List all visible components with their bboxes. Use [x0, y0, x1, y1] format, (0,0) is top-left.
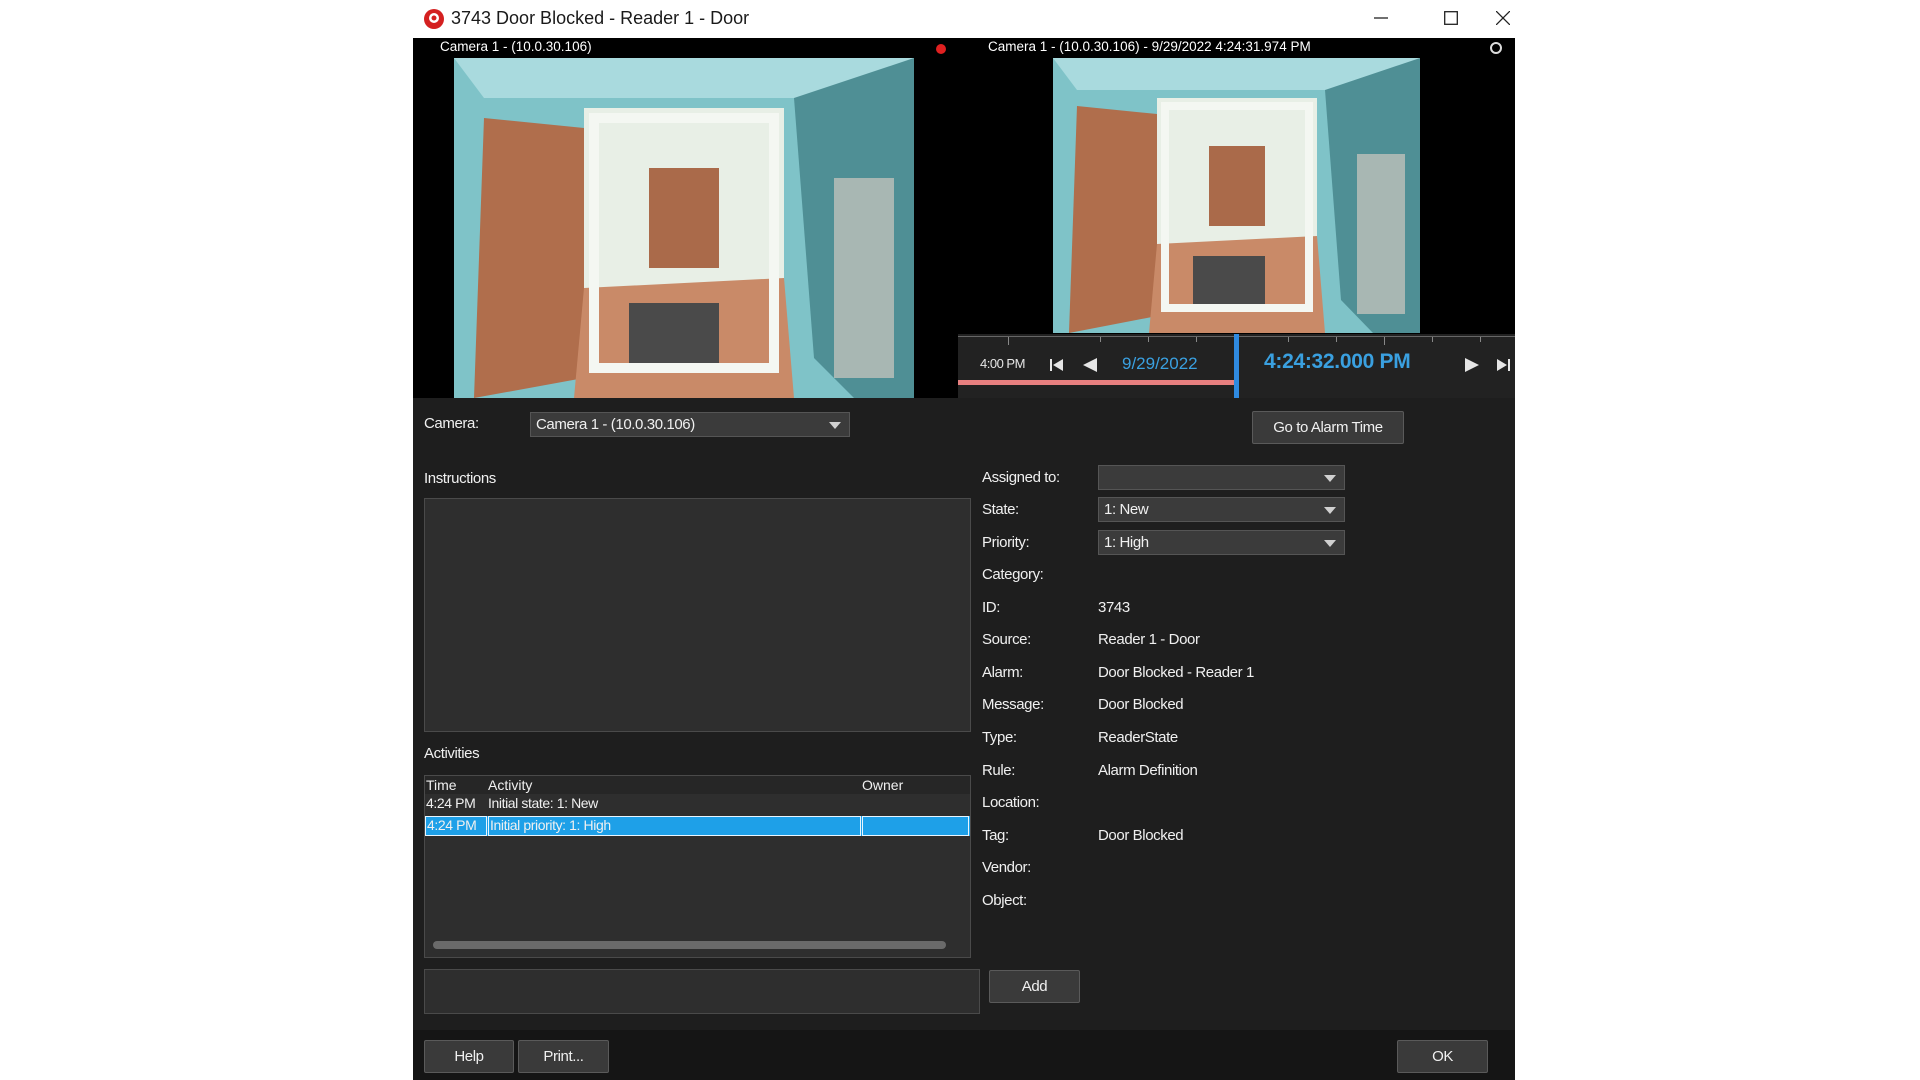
play-forward-icon[interactable] [1460, 352, 1484, 378]
table-row-selected[interactable]: 4:24 PM Initial priority: 1: High [425, 816, 970, 836]
message-value: Door Blocked [1098, 696, 1184, 713]
timeline-progress-bar [958, 380, 1237, 385]
go-to-alarm-time-button[interactable]: Go to Alarm Time [1252, 411, 1404, 444]
row-time: 4:24 PM [427, 817, 477, 833]
camera-label: Camera: [424, 415, 479, 432]
dialog-footer: Help Print... OK [413, 1030, 1515, 1080]
rule-label: Rule: [982, 762, 1016, 779]
message-label: Message: [982, 696, 1044, 713]
activities-table[interactable]: Time Activity Owner 4:24 PM Initial stat… [424, 775, 971, 958]
id-value: 3743 [1098, 599, 1130, 616]
play-reverse-icon[interactable] [1078, 352, 1102, 378]
chevron-down-icon [1324, 475, 1336, 482]
horizontal-scrollbar[interactable] [433, 941, 946, 949]
chevron-down-icon [1324, 540, 1336, 547]
chevron-down-icon [829, 422, 841, 429]
vendor-label: Vendor: [982, 859, 1031, 876]
live-camera-view[interactable]: Camera 1 - (10.0.30.106) [413, 38, 958, 398]
print-button[interactable]: Print... [518, 1040, 609, 1073]
window-title: 3743 Door Blocked - Reader 1 - Door [451, 8, 750, 28]
priority-label: Priority: [982, 534, 1030, 551]
rule-value: Alarm Definition [1098, 762, 1198, 779]
help-button[interactable]: Help [424, 1040, 514, 1073]
playback-camera-label: Camera 1 - (10.0.30.106) - 9/29/2022 4:2… [988, 39, 1311, 54]
minimize-icon[interactable] [1351, 2, 1411, 34]
status-ring-icon [1490, 42, 1502, 54]
row-activity: Initial state: 1: New [488, 795, 598, 811]
row-time: 4:24 PM [426, 795, 476, 811]
playback-camera-image [1053, 58, 1420, 333]
instructions-heading: Instructions [424, 470, 496, 487]
app-icon [423, 8, 445, 30]
recording-indicator-icon [936, 44, 946, 54]
playback-timeline[interactable]: 4:00 PM 9/29/2022 4:24:32.000 PM [958, 334, 1515, 398]
instructions-textarea[interactable] [424, 498, 971, 732]
tag-value: Door Blocked [1098, 827, 1184, 844]
id-label: ID: [982, 599, 1000, 616]
object-label: Object: [982, 892, 1027, 909]
alarm-value: Door Blocked - Reader 1 [1098, 664, 1254, 681]
type-label: Type: [982, 729, 1017, 746]
activity-input[interactable] [424, 969, 980, 1014]
close-icon[interactable] [1491, 2, 1515, 34]
window-body: Camera 1 - (10.0.30.106) Camera 1 - (10.… [413, 38, 1515, 1080]
camera-dropdown[interactable]: Camera 1 - (10.0.30.106) [530, 412, 850, 437]
assigned-to-dropdown[interactable] [1098, 465, 1345, 490]
category-label: Category: [982, 566, 1044, 583]
previous-sequence-icon[interactable] [1046, 352, 1070, 378]
title-bar: 3743 Door Blocked - Reader 1 - Door [413, 0, 1515, 38]
source-label: Source: [982, 631, 1031, 648]
state-dropdown[interactable]: 1: New [1098, 497, 1345, 522]
location-label: Location: [982, 794, 1040, 811]
table-row[interactable]: 4:24 PM Initial state: 1: New [425, 794, 970, 814]
assigned-to-label: Assigned to: [982, 469, 1060, 486]
type-value: ReaderState [1098, 729, 1178, 746]
timeline-start-time: 4:00 PM [980, 356, 1025, 371]
priority-dropdown[interactable]: 1: High [1098, 530, 1345, 555]
state-label: State: [982, 501, 1019, 518]
add-activity-button[interactable]: Add [989, 970, 1080, 1003]
column-header-time[interactable]: Time [426, 777, 457, 793]
alarm-label: Alarm: [982, 664, 1023, 681]
column-header-activity[interactable]: Activity [488, 777, 532, 793]
state-value: 1: New [1104, 501, 1149, 518]
timeline-date[interactable]: 9/29/2022 [1122, 354, 1198, 374]
row-activity: Initial priority: 1: High [490, 817, 611, 833]
activities-header: Time Activity Owner [425, 776, 970, 794]
activities-heading: Activities [424, 745, 480, 762]
tag-label: Tag: [982, 827, 1009, 844]
live-camera-image [454, 58, 914, 398]
live-camera-label: Camera 1 - (10.0.30.106) [440, 39, 592, 54]
next-sequence-icon[interactable] [1490, 352, 1514, 378]
column-header-owner[interactable]: Owner [862, 777, 903, 793]
timeline-current-time[interactable]: 4:24:32.000 PM [1264, 350, 1411, 374]
alarm-window: 3743 Door Blocked - Reader 1 - Door Came… [413, 0, 1515, 1080]
timeline-playhead[interactable] [1234, 334, 1239, 398]
priority-value: 1: High [1104, 534, 1149, 551]
maximize-icon[interactable] [1421, 2, 1481, 34]
chevron-down-icon [1324, 507, 1336, 514]
camera-dropdown-value: Camera 1 - (10.0.30.106) [536, 416, 695, 433]
ok-button[interactable]: OK [1397, 1040, 1488, 1073]
source-value: Reader 1 - Door [1098, 631, 1200, 648]
